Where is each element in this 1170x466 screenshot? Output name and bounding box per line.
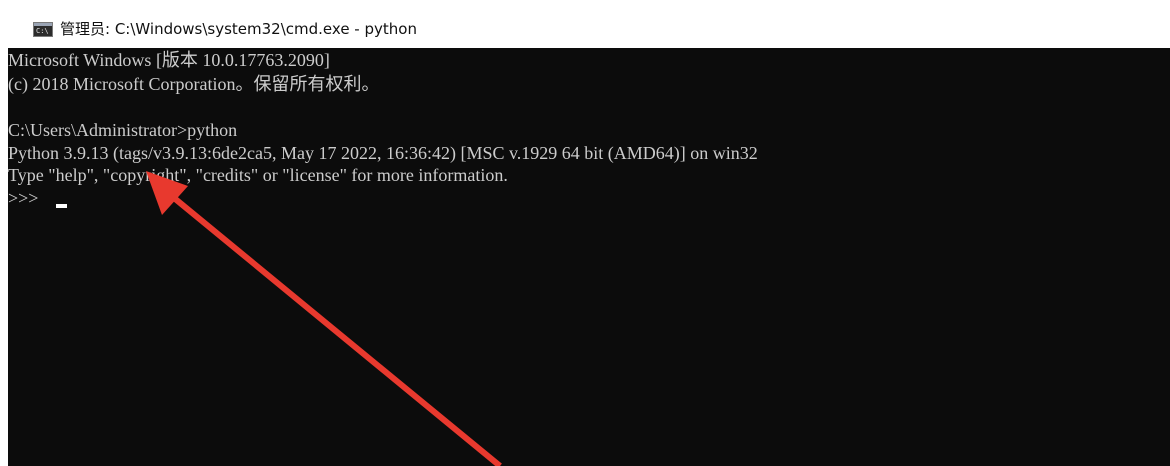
python-repl-prompt[interactable]: >>> (8, 186, 43, 210)
console-line-prompt-command: C:\Users\Administrator>python (8, 120, 238, 140)
cmd-window: C:\ 管理员: C:\Windows\system32\cmd.exe - p… (0, 0, 1170, 466)
console-line-python-banner: Python 3.9.13 (tags/v3.9.13:6de2ca5, May… (8, 143, 758, 163)
console-line-help-hint: Type "help", "copyright", "credits" or "… (8, 165, 508, 185)
console-output[interactable]: Microsoft Windows [版本 10.0.17763.2090] (… (8, 48, 1170, 466)
console-line-copyright: (c) 2018 Microsoft Corporation。保留所有权利。 (8, 74, 380, 94)
cmd-console-icon: C:\ (33, 22, 53, 37)
text-cursor (56, 204, 67, 208)
window-titlebar[interactable]: C:\ 管理员: C:\Windows\system32\cmd.exe - p… (0, 0, 1170, 48)
console-line-version: Microsoft Windows [版本 10.0.17763.2090] (8, 50, 330, 70)
window-title: 管理员: C:\Windows\system32\cmd.exe - pytho… (60, 20, 417, 38)
cmd-icon-label: C:\ (36, 27, 49, 35)
